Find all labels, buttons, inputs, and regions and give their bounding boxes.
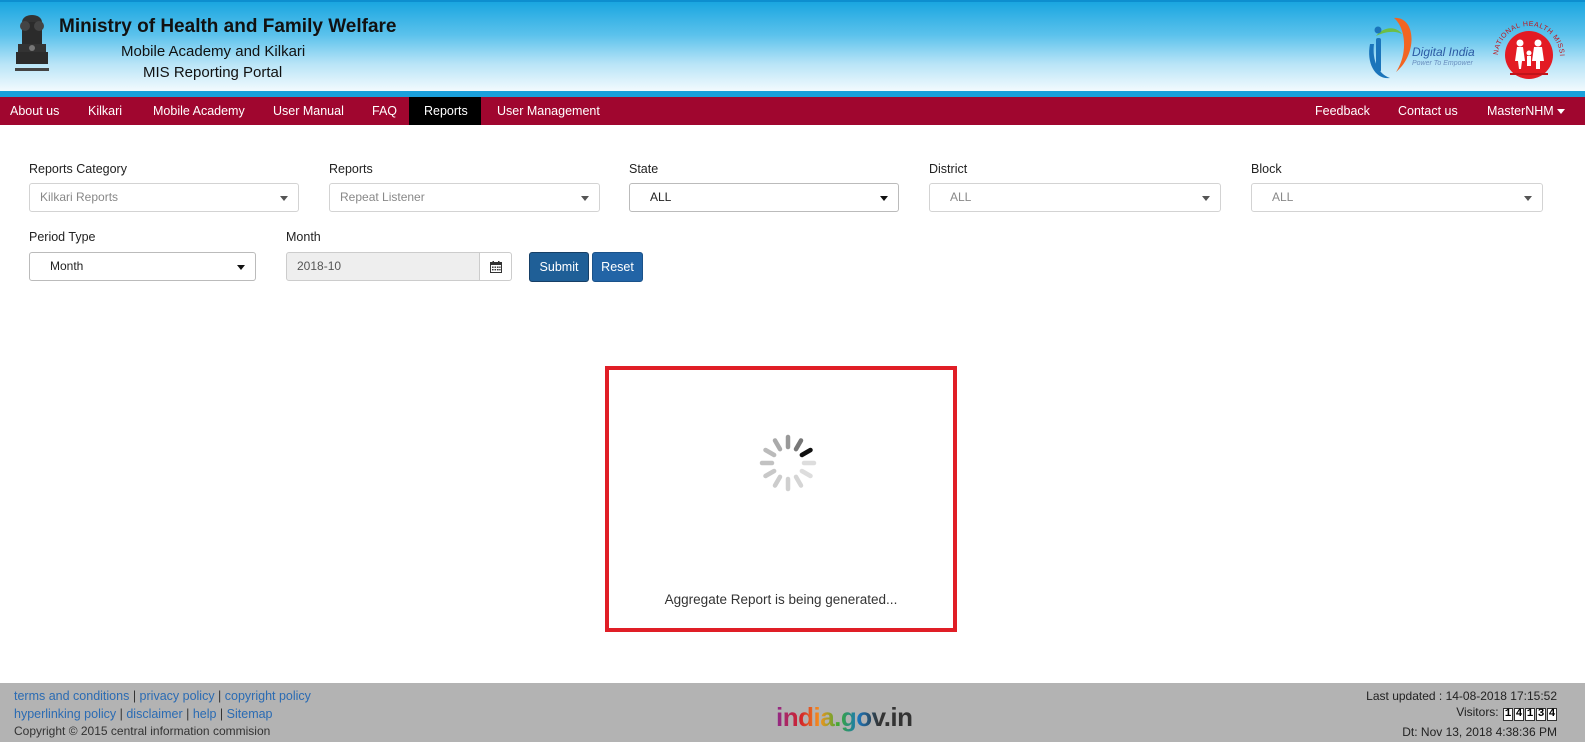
help-link[interactable]: help xyxy=(193,707,217,721)
digital-india-tagline: Power To Empower xyxy=(1412,60,1473,67)
reports-label: Reports xyxy=(329,162,373,176)
visitors-counter: Visitors: 14134 xyxy=(1456,705,1557,721)
visitor-digit: 3 xyxy=(1536,708,1546,721)
calendar-button[interactable] xyxy=(479,252,512,281)
visitor-digit: 4 xyxy=(1514,708,1524,721)
nav-feedback[interactable]: Feedback xyxy=(1305,97,1380,125)
digital-india-logo: Digital India Power To Empower xyxy=(1369,17,1475,79)
sitemap-link[interactable]: Sitemap xyxy=(227,707,273,721)
reports-select[interactable]: Repeat Listener xyxy=(329,183,600,212)
current-datetime: Dt: Nov 13, 2018 4:38:36 PM xyxy=(1402,725,1557,739)
footer-links-row-2: hyperlinking policy | disclaimer | help … xyxy=(14,707,273,721)
caret-down-icon xyxy=(581,196,589,201)
india-gov-logo[interactable]: india.gov.in xyxy=(776,702,913,733)
nav-reports[interactable]: Reports xyxy=(409,97,481,125)
period-type-label: Period Type xyxy=(29,230,96,244)
ministry-title: Ministry of Health and Family Welfare xyxy=(59,16,397,37)
loading-panel: Aggregate Report is being generated... xyxy=(605,366,957,632)
district-label: District xyxy=(929,162,968,176)
user-menu-label: MasterNHM xyxy=(1487,104,1554,118)
nav-contact-us[interactable]: Contact us xyxy=(1388,97,1468,125)
period-type-value: Month xyxy=(50,259,84,273)
terms-link[interactable]: terms and conditions xyxy=(14,689,129,703)
visitors-label: Visitors: xyxy=(1456,705,1499,720)
state-label: State xyxy=(629,162,659,176)
visitor-digit: 1 xyxy=(1525,708,1535,721)
caret-down-icon xyxy=(1202,196,1210,201)
nav-faq[interactable]: FAQ xyxy=(362,97,407,125)
period-type-select[interactable]: Month xyxy=(29,252,256,281)
visitor-digit: 1 xyxy=(1503,708,1513,721)
nhm-logo: NATIONAL HEALTH MISSION xyxy=(1490,17,1565,79)
state-value: ALL xyxy=(650,190,672,204)
month-label: Month xyxy=(286,230,321,244)
copyright-text: Copyright © 2015 central information com… xyxy=(14,724,271,738)
main-navbar: About us Kilkari Mobile Academy User Man… xyxy=(0,97,1585,125)
caret-down-icon xyxy=(237,265,245,270)
district-value: ALL xyxy=(950,190,972,204)
reports-category-select[interactable]: Kilkari Reports xyxy=(29,183,299,212)
block-value: ALL xyxy=(1272,190,1294,204)
nav-user-menu[interactable]: MasterNHM xyxy=(1477,97,1565,125)
last-updated: Last updated : 14-08-2018 17:15:52 xyxy=(1366,689,1557,703)
national-emblem-logo xyxy=(15,15,49,71)
reset-button[interactable]: Reset xyxy=(592,252,643,282)
site-footer: terms and conditions | privacy policy | … xyxy=(0,683,1585,742)
nav-user-manual[interactable]: User Manual xyxy=(263,97,354,125)
nav-kilkari[interactable]: Kilkari xyxy=(78,97,132,125)
digital-india-title: Digital India xyxy=(1412,45,1475,59)
reports-category-value: Kilkari Reports xyxy=(40,190,119,204)
caret-down-icon xyxy=(880,196,888,201)
loading-message: Aggregate Report is being generated... xyxy=(664,592,898,607)
caret-down-icon xyxy=(1524,196,1532,201)
visitor-digits: 14134 xyxy=(1502,705,1557,721)
block-label: Block xyxy=(1251,162,1282,176)
hyperlinking-link[interactable]: hyperlinking policy xyxy=(14,707,116,721)
portal-subtitle: Mobile Academy and Kilkari xyxy=(121,43,306,60)
portal-subtitle-2: MIS Reporting Portal xyxy=(143,64,283,81)
nav-user-management[interactable]: User Management xyxy=(487,97,610,125)
caret-down-icon xyxy=(280,196,288,201)
nav-mobile-academy[interactable]: Mobile Academy xyxy=(143,97,255,125)
month-input[interactable]: 2018-10 xyxy=(286,252,480,281)
site-header: Ministry of Health and Family Welfare Mo… xyxy=(0,0,1585,97)
visitor-digit: 4 xyxy=(1547,708,1557,721)
footer-links-row-1: terms and conditions | privacy policy | … xyxy=(14,689,311,703)
reports-value: Repeat Listener xyxy=(340,190,425,204)
disclaimer-link[interactable]: disclaimer xyxy=(126,707,182,721)
loading-spinner-icon xyxy=(759,434,817,492)
block-select[interactable]: ALL xyxy=(1251,183,1543,212)
chevron-down-icon xyxy=(1556,109,1565,115)
india-gov-text: india.gov.in xyxy=(776,702,913,732)
calendar-icon xyxy=(490,261,502,273)
reports-category-label: Reports Category xyxy=(29,162,127,176)
state-select[interactable]: ALL xyxy=(629,183,899,212)
privacy-link[interactable]: privacy policy xyxy=(140,689,215,703)
district-select[interactable]: ALL xyxy=(929,183,1221,212)
copyright-policy-link[interactable]: copyright policy xyxy=(225,689,311,703)
submit-button[interactable]: Submit xyxy=(529,252,589,282)
nav-about-us[interactable]: About us xyxy=(0,97,69,125)
